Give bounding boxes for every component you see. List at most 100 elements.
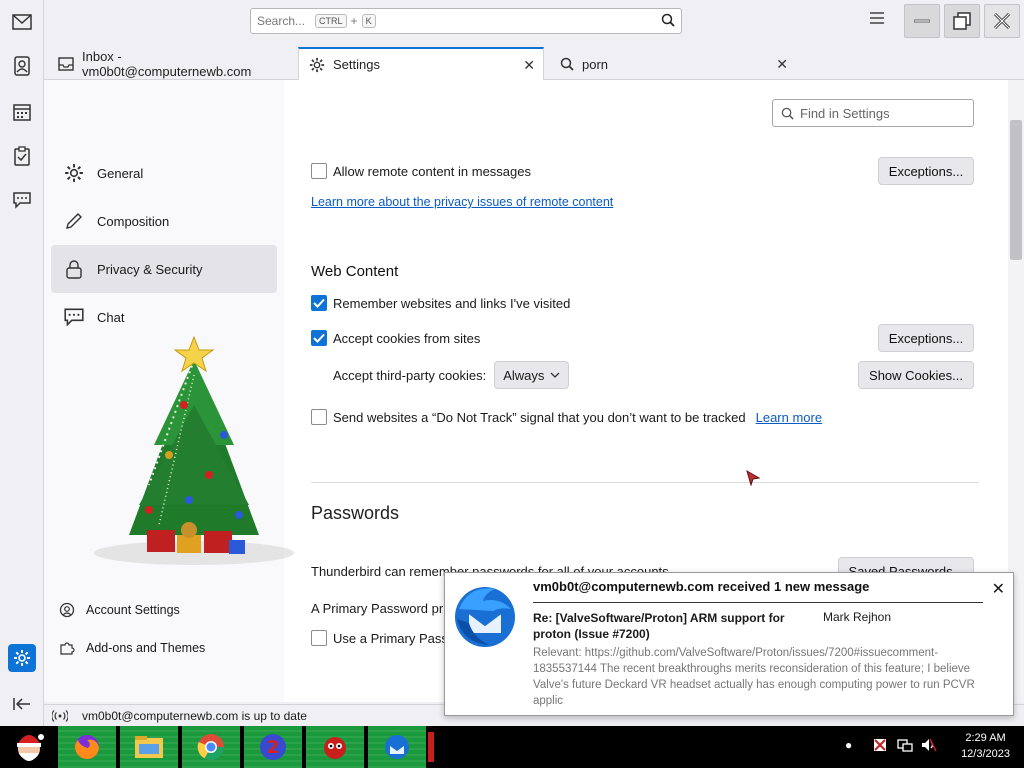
addons-themes-label: Add-ons and Themes [86, 641, 206, 655]
online-status-icon[interactable] [52, 709, 68, 722]
clock-time: 2:29 AM [965, 732, 1006, 744]
notification-body: Relevant: https://github.com/ValveSoftwa… [533, 647, 975, 707]
status-text: vm0b0t@computernewb.com is up to date [82, 708, 307, 723]
tray-network-icon[interactable] [897, 738, 913, 755]
remote-exceptions-button[interactable]: Exceptions... [878, 157, 974, 185]
search-icon [560, 57, 574, 71]
remember-sites-row: Remember websites and links I've visited [311, 295, 570, 311]
restore-button[interactable] [944, 4, 980, 38]
christmas-tree-decoration [94, 335, 294, 565]
minimize-button[interactable] [904, 4, 940, 38]
remote-content-learn-more-link[interactable]: Learn more about the privacy issues of r… [311, 195, 613, 209]
thunderbird-taskbar-icon[interactable] [368, 726, 426, 768]
new-mail-notification[interactable]: vm0b0t@computernewb.com received 1 new m… [444, 572, 1014, 716]
close-notification-icon[interactable]: ✕ [992, 579, 1005, 599]
dnt-checkbox[interactable] [311, 409, 327, 425]
account-icon [58, 602, 76, 618]
close-tab-icon[interactable]: ✕ [523, 57, 535, 74]
scrollbar-thumb[interactable] [1010, 120, 1022, 260]
third-party-cookies-row: Accept third-party cookies: Always [333, 361, 570, 389]
shortcut-k: K [361, 14, 376, 28]
tab-settings[interactable]: Settings ✕ [298, 47, 544, 80]
app-number-2-taskbar-icon[interactable]: 2 [244, 726, 302, 768]
allow-remote-label: Allow remote content in messages [333, 163, 531, 179]
firefox-taskbar-icon[interactable] [58, 726, 116, 768]
gear-icon [309, 57, 325, 73]
close-window-button[interactable] [984, 4, 1020, 38]
use-primary-row: Use a Primary Pass [311, 630, 448, 646]
taskbar: 2 ● 2:29 AM 12/3/2023 [0, 726, 1024, 768]
thunderbird-logo-icon [449, 579, 521, 654]
mail-icon[interactable] [8, 8, 36, 36]
chat-icon [63, 307, 85, 327]
search-icon [661, 13, 675, 30]
nav-item-chat[interactable]: Chat [51, 293, 277, 341]
addons-themes-link[interactable]: Add-ons and Themes [58, 635, 205, 661]
third-party-label: Accept third-party cookies: [333, 367, 487, 383]
tab-label: Inbox - vm0b0t@computernewb.com [82, 49, 252, 79]
tasks-icon[interactable] [8, 142, 36, 170]
chevron-down-icon [550, 372, 560, 378]
account-settings-label: Account Settings [86, 603, 180, 617]
chrome-taskbar-icon[interactable] [182, 726, 240, 768]
allow-remote-row: Allow remote content in messages [311, 163, 531, 179]
dnt-label: Send websites a “Do Not Track” signal th… [333, 409, 746, 425]
third-party-cookies-select[interactable]: Always [494, 361, 570, 389]
use-primary-checkbox[interactable] [311, 630, 327, 646]
settings-nav: General Composition Privacy & Security C… [44, 80, 294, 702]
red-character-taskbar-icon[interactable] [306, 726, 364, 768]
global-search-input[interactable]: Search... CTRL + K [250, 8, 682, 34]
nav-item-label: Composition [97, 213, 170, 229]
address-book-icon[interactable] [8, 52, 36, 80]
nav-item-composition[interactable]: Composition [51, 197, 277, 245]
pencil-icon [63, 211, 85, 231]
show-cookies-button[interactable]: Show Cookies... [858, 361, 974, 389]
cookie-exceptions-button[interactable]: Exceptions... [878, 324, 974, 352]
tab-label: Settings [333, 57, 380, 72]
collapse-toolbar-icon[interactable] [8, 690, 36, 718]
mouse-cursor-icon [746, 470, 760, 486]
nav-item-label: General [97, 165, 144, 181]
close-tab-icon[interactable]: ✕ [776, 56, 788, 73]
allow-remote-checkbox[interactable] [311, 163, 327, 179]
primary-password-text: A Primary Password pr [311, 601, 444, 616]
tray-volume-icon[interactable] [921, 738, 937, 755]
shortcut-ctrl: CTRL [315, 14, 347, 28]
nav-item-label: Chat [97, 309, 125, 325]
taskbar-clock[interactable]: 2:29 AM 12/3/2023 [961, 730, 1010, 762]
tab-search[interactable]: porn ✕ [550, 48, 796, 80]
find-in-settings-input[interactable]: Find in Settings [772, 99, 974, 127]
notification-sender: Mark Rejhon [823, 610, 892, 624]
tray-dot-icon: ● [845, 738, 853, 752]
calendar-icon[interactable] [8, 98, 36, 126]
search-placeholder: Search... [257, 14, 306, 28]
title-bar: Search... CTRL + K [44, 0, 1024, 44]
nav-item-general[interactable]: General [51, 149, 277, 197]
divider [533, 602, 983, 603]
notification-title: vm0b0t@computernewb.com received 1 new m… [533, 579, 870, 594]
shortcut-plus: + [350, 14, 358, 28]
tray-flag-icon[interactable] [873, 738, 887, 755]
tab-inbox[interactable]: Inbox - vm0b0t@computernewb.com [48, 48, 294, 80]
divider [311, 482, 979, 483]
account-settings-link[interactable]: Account Settings [58, 597, 180, 623]
tab-label: porn [582, 56, 609, 72]
dnt-row: Send websites a “Do Not Track” signal th… [311, 409, 822, 425]
start-santa-icon[interactable] [0, 726, 58, 768]
app-menu-icon[interactable] [870, 12, 884, 27]
chat-icon[interactable] [8, 186, 36, 214]
settings-gear-icon[interactable] [8, 644, 36, 672]
dnt-learn-more-link[interactable]: Learn more [756, 410, 822, 425]
search-icon [781, 107, 794, 120]
use-primary-label: Use a Primary Pass [333, 630, 448, 646]
lock-icon [63, 259, 85, 279]
nav-item-label: Privacy & Security [97, 261, 203, 277]
inbox-icon [58, 57, 74, 71]
accept-cookies-checkbox[interactable] [311, 330, 327, 346]
remember-sites-checkbox[interactable] [311, 295, 327, 311]
accept-cookies-label: Accept cookies from sites [333, 330, 481, 346]
nav-item-privacy[interactable]: Privacy & Security [51, 245, 277, 293]
file-explorer-taskbar-icon[interactable] [120, 726, 178, 768]
spaces-toolbar [0, 0, 44, 726]
notification-subject: Re: [ValveSoftware/Proton] ARM support f… [533, 611, 785, 641]
